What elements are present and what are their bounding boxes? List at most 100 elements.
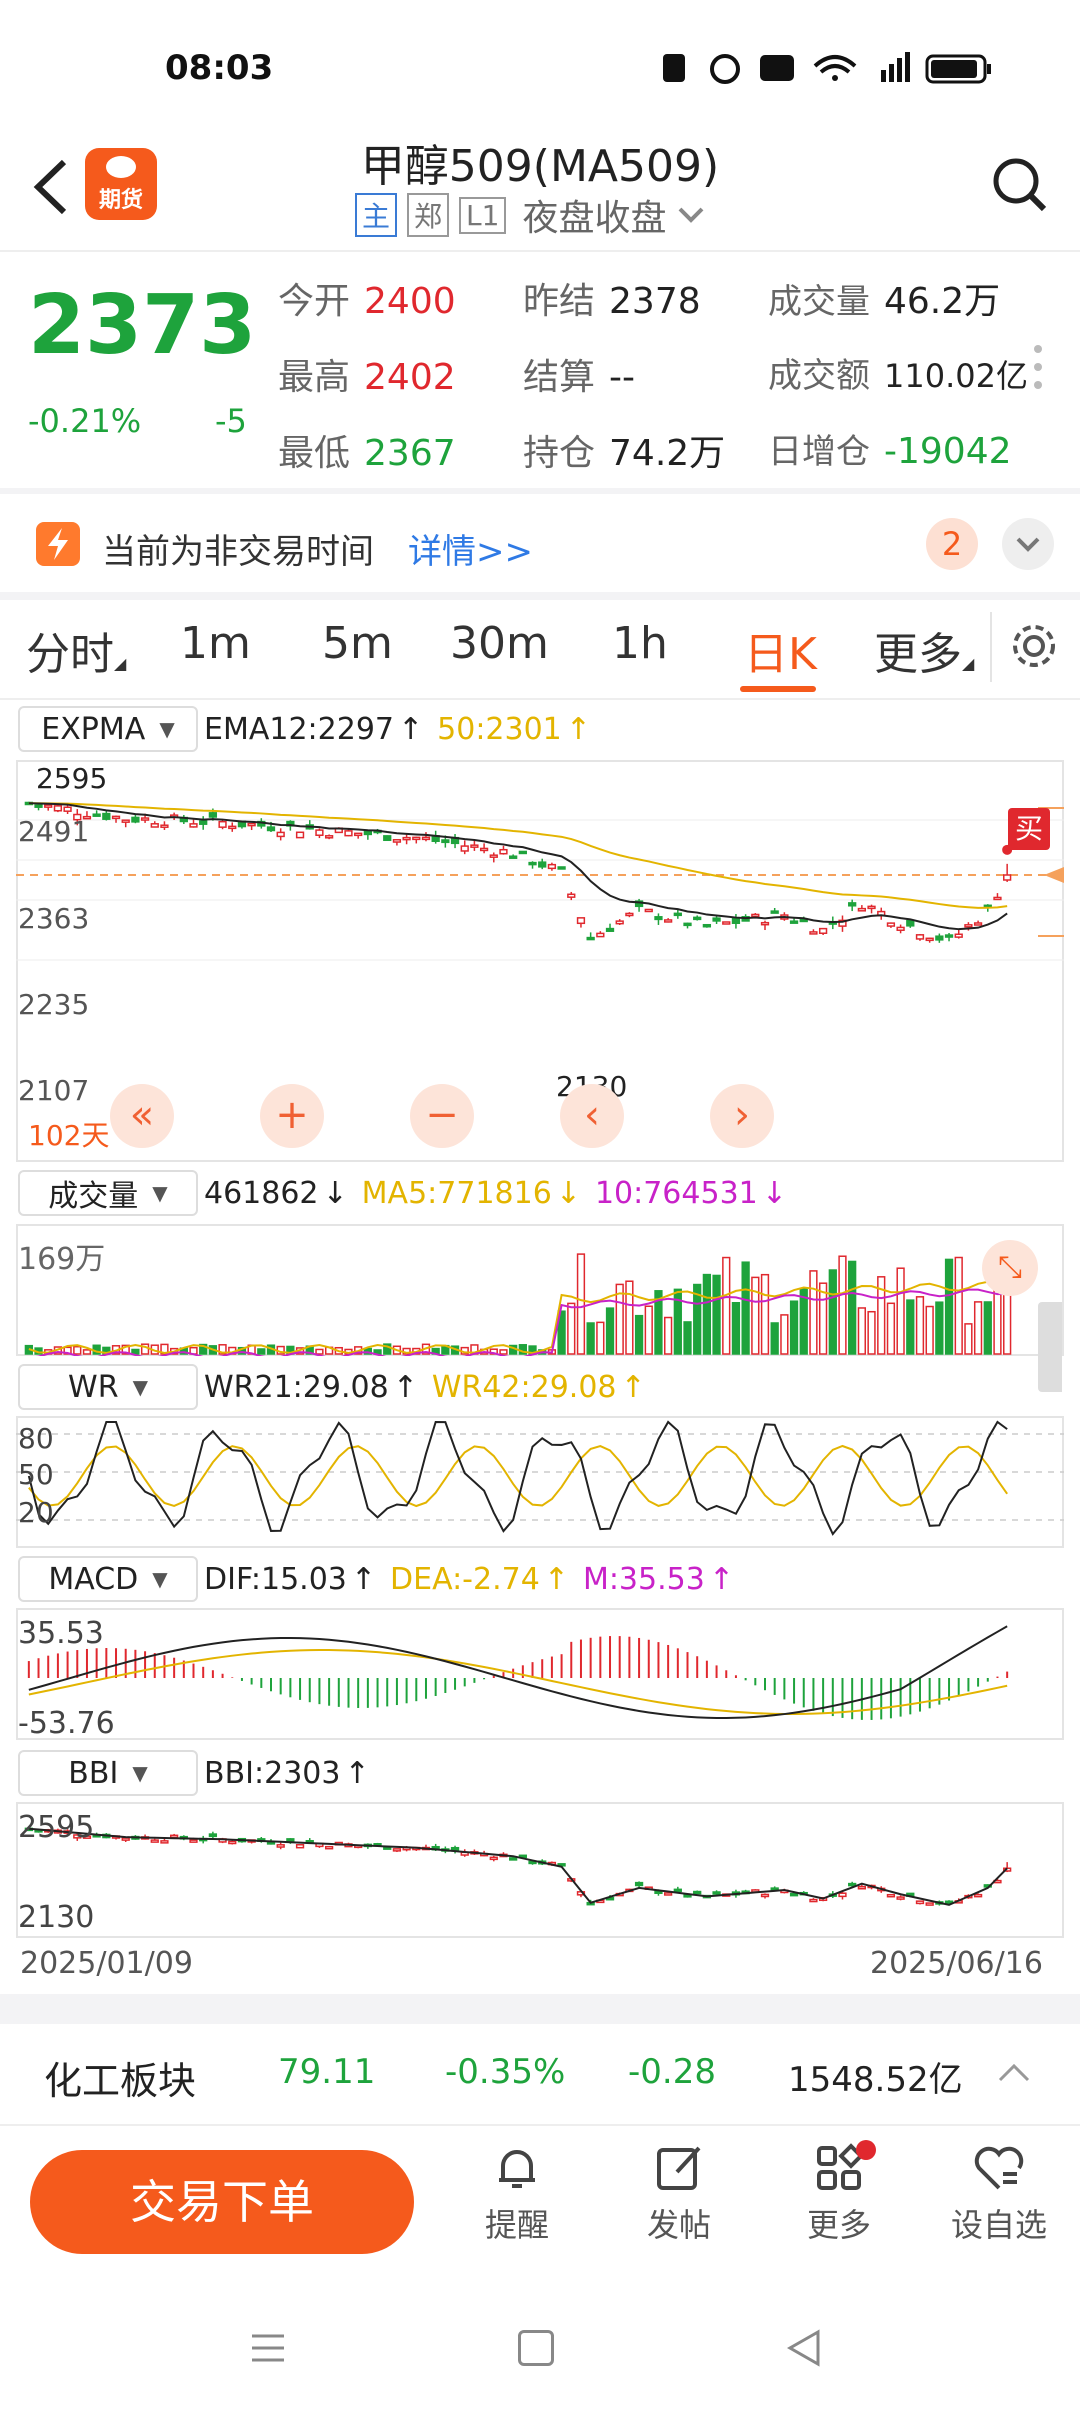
macd-header: MACD ▼ DIF:15.03 ↑ DEA:-2.74 ↑ M:35.53 ↑ xyxy=(18,1556,734,1602)
candle-body xyxy=(402,836,411,841)
volume-bar xyxy=(925,1305,934,1355)
candle-body xyxy=(276,831,285,838)
volume-bar xyxy=(683,1321,692,1355)
chevron-up-icon[interactable] xyxy=(996,2060,1032,2084)
sector-amount: 1548.52亿 xyxy=(788,2060,963,2100)
notice-count-badge[interactable]: 2 xyxy=(926,518,978,570)
volume-bar xyxy=(712,1274,721,1355)
bbi-candle-body xyxy=(189,1839,198,1843)
candle-body xyxy=(324,835,334,839)
current-price-pointer xyxy=(1044,867,1064,883)
contract-tags[interactable]: 主 郑 L1 夜盘收盘 xyxy=(355,193,706,239)
volume-bar xyxy=(973,1301,983,1355)
volume-header: 成交量 ▼ 461862 ↓ MA5:771816 ↓ 10:764531 ↓ xyxy=(18,1170,787,1216)
session-status: 夜盘收盘 xyxy=(522,198,667,239)
candle-body xyxy=(111,815,121,820)
bbi-line xyxy=(28,1827,1008,1906)
expma-selector[interactable]: EXPMA ▼ xyxy=(18,706,198,752)
bbi-candle-body xyxy=(663,1892,673,1896)
quote-field: 结算 -- xyxy=(523,348,768,400)
wr-axis-80: 80 xyxy=(18,1422,54,1455)
candle-body xyxy=(208,812,218,818)
volume-bar xyxy=(315,1348,324,1355)
expand-icon[interactable] xyxy=(1002,518,1054,570)
candle-body xyxy=(557,866,566,870)
candle-body xyxy=(102,812,111,820)
price-axis-2235: 2235 xyxy=(18,988,90,1021)
quote-field-value: 2402 xyxy=(364,357,456,398)
tab-more[interactable]: 更多◢ xyxy=(874,618,974,682)
wr-selector[interactable]: WR ▼ xyxy=(18,1364,198,1410)
bbi-candle-body xyxy=(169,1834,179,1839)
candle-body xyxy=(412,836,421,841)
volume-bar xyxy=(634,1314,644,1355)
nav-post[interactable]: 发帖 xyxy=(604,2140,754,2246)
volume-bar xyxy=(499,1349,508,1355)
quote-field-label: 成交额 xyxy=(768,356,870,396)
price-axis-2107: 2107 xyxy=(18,1074,90,1107)
candle-body xyxy=(654,916,663,921)
zoom-in-button[interactable]: + xyxy=(260,1084,324,1148)
system-home-icon[interactable] xyxy=(518,2330,554,2366)
quote-field: 日增仓 -19042 xyxy=(768,424,1038,476)
more-dots-icon[interactable] xyxy=(1034,345,1044,389)
side-handle[interactable] xyxy=(1038,1302,1062,1392)
rewind-button[interactable]: « xyxy=(110,1084,174,1148)
sector-name: 化工板块 xyxy=(44,2059,197,2103)
wr-chart-graphics xyxy=(16,1420,1064,1536)
candle-body xyxy=(673,912,682,917)
notice-detail-link[interactable]: 详情>> xyxy=(408,524,533,573)
wr-axis-50: 50 xyxy=(18,1458,54,1491)
nav-add-favorite[interactable]: 设自选 xyxy=(924,2140,1074,2246)
volume-selector[interactable]: 成交量 ▼ xyxy=(18,1170,198,1216)
tab-daily-k[interactable]: 日K xyxy=(744,618,817,682)
bbi-candle-body xyxy=(925,1902,934,1906)
scroll-left-button[interactable]: ‹ xyxy=(560,1084,624,1148)
nav-remind[interactable]: 提醒 xyxy=(442,2140,592,2246)
chevron-down-icon xyxy=(679,207,704,223)
tab-intraday[interactable]: 分时◢ xyxy=(26,618,126,682)
candle-body xyxy=(964,924,973,928)
system-back-icon[interactable] xyxy=(784,2328,824,2368)
tab-5m[interactable]: 5m xyxy=(322,618,393,669)
ema12-value: EMA12:2297 xyxy=(204,711,394,747)
wr42-value: WR42:29.08 xyxy=(431,1369,617,1405)
gear-icon[interactable] xyxy=(1008,620,1060,672)
candle-body xyxy=(199,820,208,825)
volume-bar xyxy=(741,1261,750,1355)
tab-1h[interactable]: 1h xyxy=(612,618,668,669)
sector-price: 79.11 xyxy=(278,2052,376,2092)
quote-field-label: 最高 xyxy=(278,357,351,398)
bbi-candle-body xyxy=(286,1838,295,1842)
volume-bar xyxy=(760,1273,770,1355)
system-menu-icon[interactable] xyxy=(248,2330,288,2366)
page-title[interactable]: 甲醇509(MA509) xyxy=(0,130,1080,194)
date-start: 2025/01/09 xyxy=(20,1946,193,1981)
status-time: 08:03 xyxy=(165,48,274,88)
candle-body xyxy=(344,830,353,837)
tag-exchange: 郑 xyxy=(407,193,450,237)
bbi-candle-body xyxy=(276,1844,285,1848)
volume-bar xyxy=(702,1273,712,1355)
candle-body xyxy=(731,917,741,924)
candle-body xyxy=(218,820,227,828)
scroll-right-button[interactable]: › xyxy=(710,1084,774,1148)
buy-marker[interactable]: 买 xyxy=(1008,808,1050,850)
bbi-selector[interactable]: BBI ▼ xyxy=(18,1750,198,1796)
volume-bar xyxy=(857,1307,867,1355)
volume-collapse-icon[interactable]: ⤡ xyxy=(982,1240,1038,1296)
price-axis-2491: 2491 xyxy=(18,815,90,848)
tab-1m[interactable]: 1m xyxy=(180,618,251,669)
nav-more[interactable]: 更多 xyxy=(764,2140,914,2246)
volume-bar xyxy=(257,1348,266,1355)
zoom-out-button[interactable]: − xyxy=(410,1084,474,1148)
volume-bar xyxy=(73,1345,82,1355)
volume-bar xyxy=(886,1302,896,1355)
candle-body xyxy=(576,917,586,925)
sector-bar[interactable]: 化工板块 79.11 -0.35% -0.28 1548.52亿 xyxy=(0,2024,1080,2124)
tab-30m[interactable]: 30m xyxy=(450,618,549,669)
wr-header: WR ▼ WR21:29.08 ↑ WR42:29.08 ↑ xyxy=(18,1364,646,1410)
macd-selector[interactable]: MACD ▼ xyxy=(18,1556,198,1602)
trade-order-button[interactable]: 交易下单 xyxy=(30,2150,414,2254)
search-icon[interactable] xyxy=(990,155,1050,215)
